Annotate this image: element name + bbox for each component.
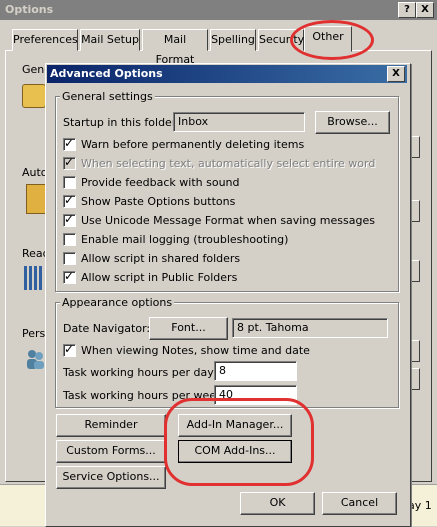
advanced-options-title-bar: Advanced Options [47,65,407,83]
highlight-circle-add-ins [164,398,314,486]
options-title: Options [5,3,54,16]
reminder-options-button[interactable]: Reminder Options... [56,414,166,451]
outer-button-edge[interactable] [410,136,420,158]
outer-button-edge[interactable] [410,200,420,222]
tab-mail-format[interactable]: Mail Format [142,29,208,66]
option-label: Warn before permanently deleting items [81,138,305,151]
option-checkbox[interactable] [63,193,76,208]
options-title-bar: Options [0,0,437,20]
section-label-auto: Auto [22,166,48,179]
option-label: When selecting text, automatically selec… [81,157,376,170]
people-icon [25,348,45,370]
startup-folder-field[interactable]: Inbox [173,112,305,132]
font-value-field: 8 pt. Tahoma [232,318,388,338]
pane-icon [24,266,44,290]
custom-forms-button[interactable]: Custom Forms... [56,440,166,463]
hours-per-day-input[interactable]: 8 [214,361,297,381]
archive-icon [26,184,46,214]
option-label: Use Unicode Message Format when saving m… [81,214,375,227]
browse-button[interactable]: Browse... [315,111,390,134]
option-label: Enable mail logging (troubleshooting) [81,233,289,246]
option-checkbox[interactable] [63,212,76,227]
cancel-button[interactable]: Cancel [322,492,397,515]
outer-button-edge[interactable] [410,340,420,362]
option-label: Allow script in shared folders [81,252,241,265]
outer-button-edge[interactable] [410,260,420,282]
general-settings-legend: General settings [60,90,155,103]
startup-folder-label: Startup in this folder: [63,116,180,129]
option-checkbox[interactable] [63,136,76,151]
ok-button[interactable]: OK [240,492,315,515]
hours-per-day-label: Task working hours per day: [63,366,217,379]
help-button[interactable]: ? [398,2,416,18]
option-label: Allow script in Public Folders [81,271,238,284]
option-checkbox[interactable] [63,233,76,246]
advanced-close-button[interactable]: X [387,66,405,82]
font-button[interactable]: Font... [149,317,228,340]
highlight-circle-other-tab [290,20,374,60]
option-checkbox[interactable] [63,269,76,284]
option-label: Show Paste Options buttons [81,195,236,208]
options-close-button[interactable]: X [416,2,434,18]
option-checkbox [63,155,76,170]
background-text: ay 1 [408,499,432,512]
notes-time-label: When viewing Notes, show time and date [81,344,310,357]
notes-time-checkbox[interactable] [63,342,76,357]
advanced-options-title: Advanced Options [50,67,163,80]
option-label: Provide feedback with sound [81,176,240,189]
service-options-button[interactable]: Service Options... [56,466,166,489]
tab-preferences[interactable]: Preferences [12,29,78,51]
tab-mail-setup[interactable]: Mail Setup [80,29,140,51]
option-checkbox[interactable] [63,252,76,265]
outer-button-edge[interactable] [410,368,420,390]
tab-spelling[interactable]: Spelling [210,29,256,51]
section-label-pers: Pers [22,327,46,340]
appearance-options-legend: Appearance options [60,296,175,309]
option-checkbox[interactable] [63,176,76,189]
clock-icon [22,84,46,108]
date-navigator-label: Date Navigator: [63,322,151,335]
